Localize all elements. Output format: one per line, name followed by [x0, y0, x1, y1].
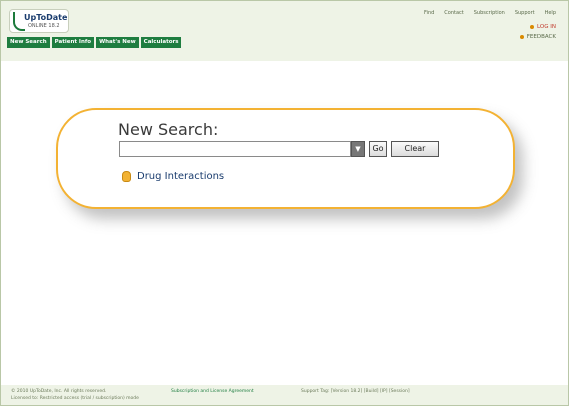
nav-new-search[interactable]: New Search — [7, 37, 50, 48]
login-link[interactable]: LOG IN — [520, 24, 556, 30]
main-nav: New Search Patient Info What's New Calcu… — [7, 37, 182, 48]
pill-icon — [122, 171, 131, 182]
nav-calculators[interactable]: Calculators — [140, 37, 182, 48]
chevron-down-icon: ▼ — [355, 145, 361, 153]
logo-version: ONLINE 18.2 — [28, 23, 60, 29]
clear-button[interactable]: Clear — [391, 141, 439, 157]
bullet-icon — [530, 25, 535, 29]
top-link-contact[interactable]: Contact — [444, 10, 463, 16]
search-panel: New Search: ▼ Go Clear Drug Interactions — [56, 108, 515, 209]
feedback-label: FEEDBACK — [526, 34, 556, 40]
top-link-find[interactable]: Find — [424, 10, 434, 16]
bullet-icon — [519, 35, 524, 39]
drug-interactions-label: Drug Interactions — [137, 171, 225, 182]
feedback-link[interactable]: FEEDBACK — [519, 34, 556, 40]
go-button[interactable]: Go — [369, 141, 387, 157]
top-link-help[interactable]: Help — [545, 10, 556, 16]
login-label: LOG IN — [537, 24, 556, 30]
search-title: New Search: — [118, 120, 219, 139]
account-links: LOG IN FEEDBACK — [519, 24, 556, 44]
top-links: Find Contact Subscription Support Help — [424, 10, 556, 16]
copyright-text: © 2010 UpToDate, Inc. All rights reserve… — [11, 389, 107, 394]
uptodate-logo[interactable]: UpToDate ONLINE 18.2 — [9, 9, 69, 33]
search-input[interactable] — [119, 141, 351, 157]
nav-whats-new[interactable]: What's New — [96, 37, 139, 48]
license-agreement-link[interactable]: Subscription and License Agreement — [171, 389, 254, 394]
drug-interactions-link[interactable]: Drug Interactions — [122, 171, 224, 182]
support-tag-text: Support Tag: [Version 18.2] [Build] [IP]… — [301, 389, 410, 394]
top-link-support[interactable]: Support — [515, 10, 535, 16]
header: UpToDate ONLINE 18.2 New Search Patient … — [1, 1, 568, 61]
app-window: UpToDate ONLINE 18.2 New Search Patient … — [0, 0, 569, 406]
top-link-subscription[interactable]: Subscription — [474, 10, 505, 16]
nav-patient-info[interactable]: Patient Info — [51, 37, 95, 48]
search-history-dropdown[interactable]: ▼ — [351, 141, 365, 157]
license-text: Licensed to: Restricted access (trial / … — [11, 396, 139, 401]
logo-name: UpToDate — [24, 13, 68, 22]
footer: © 2010 UpToDate, Inc. All rights reserve… — [1, 385, 568, 405]
